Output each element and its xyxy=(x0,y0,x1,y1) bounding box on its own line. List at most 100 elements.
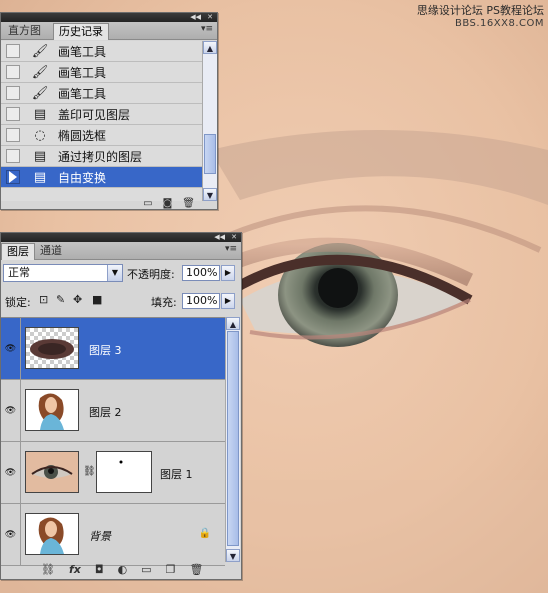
visibility-eye-icon[interactable]: 👁 xyxy=(1,380,21,441)
layer-name[interactable]: 图层 1 xyxy=(160,466,193,482)
layers-footer: ⛓ fx ◘ ◐ ▭ ❐ 🗑 xyxy=(41,563,203,576)
history-item-label: 画笔工具 xyxy=(58,86,107,101)
history-item-label: 自由变换 xyxy=(58,170,107,185)
history-panel: ◀◀ ✕ 直方图 历史记录 ▾≡ 🖌 画笔工具 🖌 画笔工具 🖌 画笔工具 ▤ 盖印可见图层 ◌… xyxy=(0,12,218,210)
new-layer-icon[interactable]: ❐ xyxy=(166,563,176,576)
lock-transparent-icon[interactable]: ⊡ xyxy=(39,293,48,306)
history-checkbox[interactable] xyxy=(6,44,20,58)
history-item[interactable]: ▤ 通过拷贝的图层 xyxy=(1,146,202,167)
collapse-icon[interactable]: ◀◀ xyxy=(214,233,225,242)
collapse-icon[interactable]: ◀◀ xyxy=(190,13,201,22)
history-checkbox[interactable] xyxy=(6,65,20,79)
layer-name[interactable]: 图层 3 xyxy=(89,342,122,358)
scroll-up-icon[interactable]: ▲ xyxy=(226,317,240,330)
opacity-field[interactable]: 100% xyxy=(182,265,220,281)
group-folder-icon[interactable]: ▭ xyxy=(141,563,151,576)
mask-icon[interactable]: ◘ xyxy=(95,563,104,576)
panel-titlebar[interactable]: ◀◀ ✕ xyxy=(1,233,241,242)
history-item-label: 画笔工具 xyxy=(58,44,107,59)
close-icon[interactable]: ✕ xyxy=(207,13,213,22)
trash-icon[interactable]: 🗑 xyxy=(189,563,203,576)
history-item-label: 通过拷贝的图层 xyxy=(58,149,143,164)
lock-label: 锁定: xyxy=(5,296,31,309)
layer-thumbnail[interactable] xyxy=(25,389,79,431)
layer-thumbnail[interactable] xyxy=(25,513,79,555)
opacity-label: 不透明度: xyxy=(127,268,175,281)
history-item[interactable]: 🖌 画笔工具 xyxy=(1,83,202,104)
history-item[interactable]: ▤ 盖印可见图层 xyxy=(1,104,202,125)
layer-name[interactable]: 图层 2 xyxy=(89,404,122,420)
history-list: 🖌 画笔工具 🖌 画笔工具 🖌 画笔工具 ▤ 盖印可见图层 ◌ 椭圆选框 ▤ 通过拷贝的图层 ▤ 自由变换 xyxy=(1,41,202,201)
layer-row[interactable]: 👁 图层 2 xyxy=(1,380,225,442)
lock-all-icon[interactable]: ■ xyxy=(92,293,102,306)
visibility-eye-icon[interactable]: 👁 xyxy=(1,504,21,565)
history-item[interactable]: ◌ 椭圆选框 xyxy=(1,125,202,146)
layer-lock-icon: 🔒 xyxy=(198,528,211,539)
fill-field[interactable]: 100% xyxy=(182,293,220,309)
history-item[interactable]: 🖌 画笔工具 xyxy=(1,62,202,83)
history-checkbox[interactable] xyxy=(6,107,20,121)
link-icon[interactable]: ⛓ xyxy=(41,563,55,576)
tab-histogram[interactable]: 直方图 xyxy=(3,23,46,39)
panel-titlebar[interactable]: ◀◀ ✕ xyxy=(1,13,217,22)
scroll-down-icon[interactable]: ▼ xyxy=(226,549,240,562)
history-item-label: 椭圆选框 xyxy=(58,128,107,143)
history-scrollbar[interactable]: ▲ ▼ xyxy=(202,41,217,201)
blend-row: 正常 ▼ 不透明度: 100% ▶ xyxy=(1,263,241,285)
history-item-label: 画笔工具 xyxy=(58,65,107,80)
watermark-line2: BBS.16XX8.COM xyxy=(454,18,544,29)
layer-row[interactable]: 👁 ⛓ 图层 1 xyxy=(1,442,225,504)
layer-thumbnail[interactable] xyxy=(25,451,79,493)
document-icon: ▤ xyxy=(33,106,47,122)
lock-paint-icon[interactable]: ✎ xyxy=(56,293,65,306)
scroll-up-icon[interactable]: ▲ xyxy=(203,41,217,54)
fx-icon[interactable]: fx xyxy=(69,563,81,576)
scroll-down-icon[interactable]: ▼ xyxy=(203,188,217,201)
tab-layers[interactable]: 图层 xyxy=(1,243,35,260)
snapshot-camera-icon[interactable]: ◙ xyxy=(163,198,173,209)
history-item-label: 盖印可见图层 xyxy=(58,107,131,122)
blend-mode-select[interactable]: 正常 ▼ xyxy=(3,264,123,282)
blend-mode-value: 正常 xyxy=(8,266,30,279)
layer-thumbnail[interactable] xyxy=(25,327,79,369)
ellipse-marquee-icon: ◌ xyxy=(34,127,46,143)
layer-row[interactable]: 👁 背景 🔒 xyxy=(1,504,225,566)
fill-label: 填充: xyxy=(151,296,177,309)
brush-icon: 🖌 xyxy=(31,85,49,101)
scroll-thumb[interactable] xyxy=(204,133,216,174)
history-checkbox[interactable] xyxy=(6,149,20,163)
trash-icon[interactable]: 🗑 xyxy=(182,198,195,209)
layer-mask-thumbnail[interactable] xyxy=(96,451,152,493)
panel-menu-icon[interactable]: ▾≡ xyxy=(201,24,213,34)
panel-menu-icon[interactable]: ▾≡ xyxy=(225,244,237,254)
brush-icon: 🖌 xyxy=(31,43,49,59)
history-item[interactable]: 🖌 画笔工具 xyxy=(1,41,202,62)
history-tabbar: 直方图 历史记录 ▾≡ xyxy=(1,22,217,40)
new-document-from-state-icon[interactable]: ▭ xyxy=(143,198,152,209)
layers-scrollbar[interactable]: ▲ ▼ xyxy=(225,317,240,562)
history-checkbox[interactable] xyxy=(6,128,20,142)
history-item[interactable]: ▤ 自由变换 xyxy=(1,167,202,188)
adjustment-icon[interactable]: ◐ xyxy=(118,563,128,576)
tab-channels[interactable]: 通道 xyxy=(35,243,67,259)
fill-slider-button[interactable]: ▶ xyxy=(221,293,235,309)
lock-move-icon[interactable]: ✥ xyxy=(73,293,82,306)
document-icon: ▤ xyxy=(33,169,47,185)
visibility-eye-icon[interactable]: 👁 xyxy=(1,442,21,503)
brush-icon: 🖌 xyxy=(31,64,49,80)
mask-link-icon[interactable]: ⛓ xyxy=(83,466,96,477)
history-footer: ▭ ◙ 🗑 xyxy=(143,198,195,209)
history-state-marker-icon xyxy=(9,171,17,183)
tab-history[interactable]: 历史记录 xyxy=(53,23,109,40)
opacity-slider-button[interactable]: ▶ xyxy=(221,265,235,281)
layer-list: 👁 图层 3 👁 图层 2 👁 ⛓ 图层 1 👁 背景 🔒 xyxy=(1,317,225,566)
chevron-down-icon[interactable]: ▼ xyxy=(107,265,122,281)
close-icon[interactable]: ✕ xyxy=(231,233,237,242)
watermark-line1: 思缘设计论坛 xyxy=(416,4,483,17)
layer-name[interactable]: 背景 xyxy=(89,528,111,544)
layer-row[interactable]: 👁 图层 3 xyxy=(1,318,225,380)
visibility-eye-icon[interactable]: 👁 xyxy=(1,318,21,379)
scroll-thumb[interactable] xyxy=(227,331,239,546)
history-checkbox[interactable] xyxy=(6,86,20,100)
watermark: 思缘设计论坛 PS教程论坛 BBS.16XX8.COM xyxy=(417,2,544,29)
